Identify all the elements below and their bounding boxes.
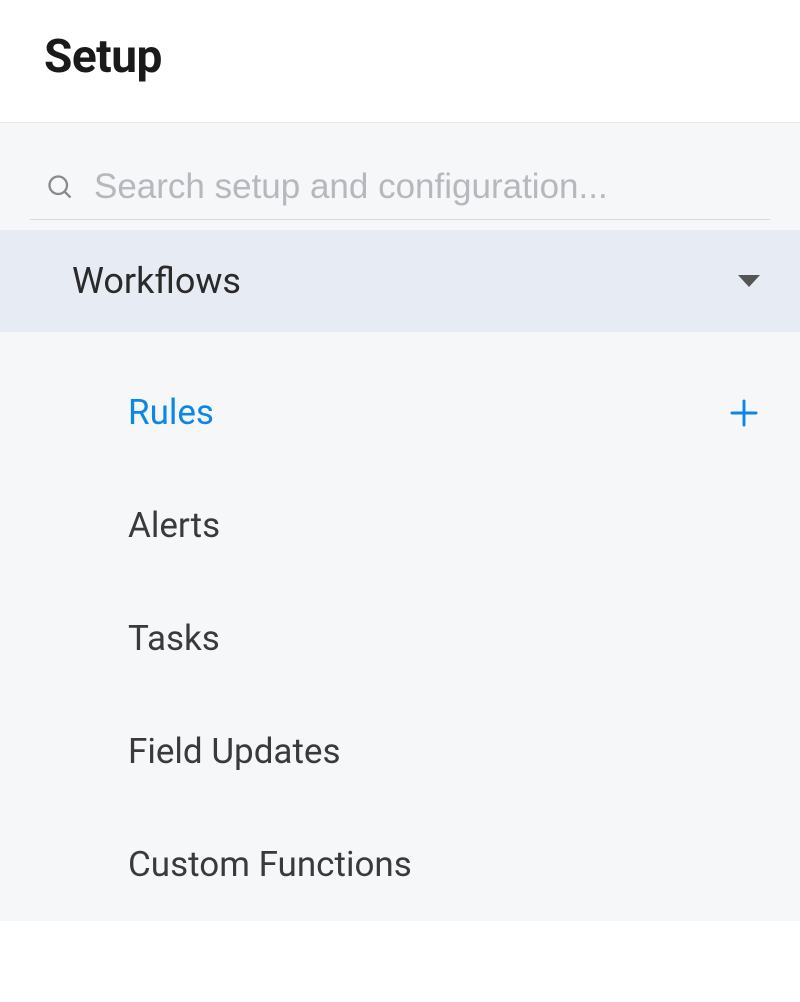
menu-item-alerts[interactable]: Alerts — [0, 469, 800, 582]
menu-item-label: Field Updates — [128, 731, 341, 772]
menu-item-field-updates[interactable]: Field Updates — [0, 695, 800, 808]
menu-item-label: Custom Functions — [128, 844, 412, 885]
search-wrapper[interactable] — [30, 155, 770, 220]
plus-icon[interactable] — [728, 397, 760, 429]
caret-down-icon — [738, 275, 760, 287]
menu-item-label: Rules — [128, 392, 214, 433]
page-header: Setup — [0, 0, 800, 123]
search-input[interactable] — [94, 167, 754, 207]
search-icon — [46, 173, 74, 201]
menu-item-rules[interactable]: Rules — [0, 356, 800, 469]
section-header-label: Workflows — [72, 260, 241, 302]
search-section — [0, 123, 800, 230]
menu-item-label: Tasks — [128, 618, 220, 659]
menu-list: Rules Alerts Tasks Field Updates Custom … — [0, 332, 800, 921]
menu-item-custom-functions[interactable]: Custom Functions — [0, 808, 800, 921]
menu-item-tasks[interactable]: Tasks — [0, 582, 800, 695]
page-title: Setup — [44, 30, 756, 84]
section-header-workflows[interactable]: Workflows — [0, 230, 800, 332]
menu-item-label: Alerts — [128, 505, 220, 546]
